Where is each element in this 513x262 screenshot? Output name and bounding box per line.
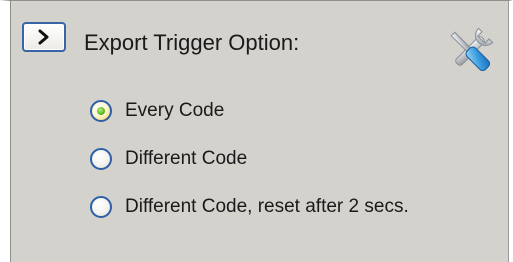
option-different-code-reset[interactable]: Different Code, reset after 2 secs.	[90, 192, 409, 222]
panel-title: Export Trigger Option:	[84, 30, 300, 55]
tools-icon	[450, 27, 494, 72]
radio-button[interactable]	[90, 148, 112, 170]
option-label: Every Code	[125, 100, 225, 121]
option-label: Different Code, reset after 2 secs.	[125, 196, 409, 217]
option-label: Different Code	[125, 148, 248, 169]
export-trigger-panel: Export Trigger Option: Every Code Differ…	[0, 0, 513, 262]
radio-button-selected[interactable]	[90, 100, 112, 122]
chevron-right-icon	[38, 29, 49, 45]
expand-button[interactable]	[22, 22, 66, 52]
radio-button[interactable]	[90, 196, 112, 218]
option-different-code[interactable]: Different Code	[90, 144, 247, 174]
option-every-code[interactable]: Every Code	[90, 96, 224, 126]
